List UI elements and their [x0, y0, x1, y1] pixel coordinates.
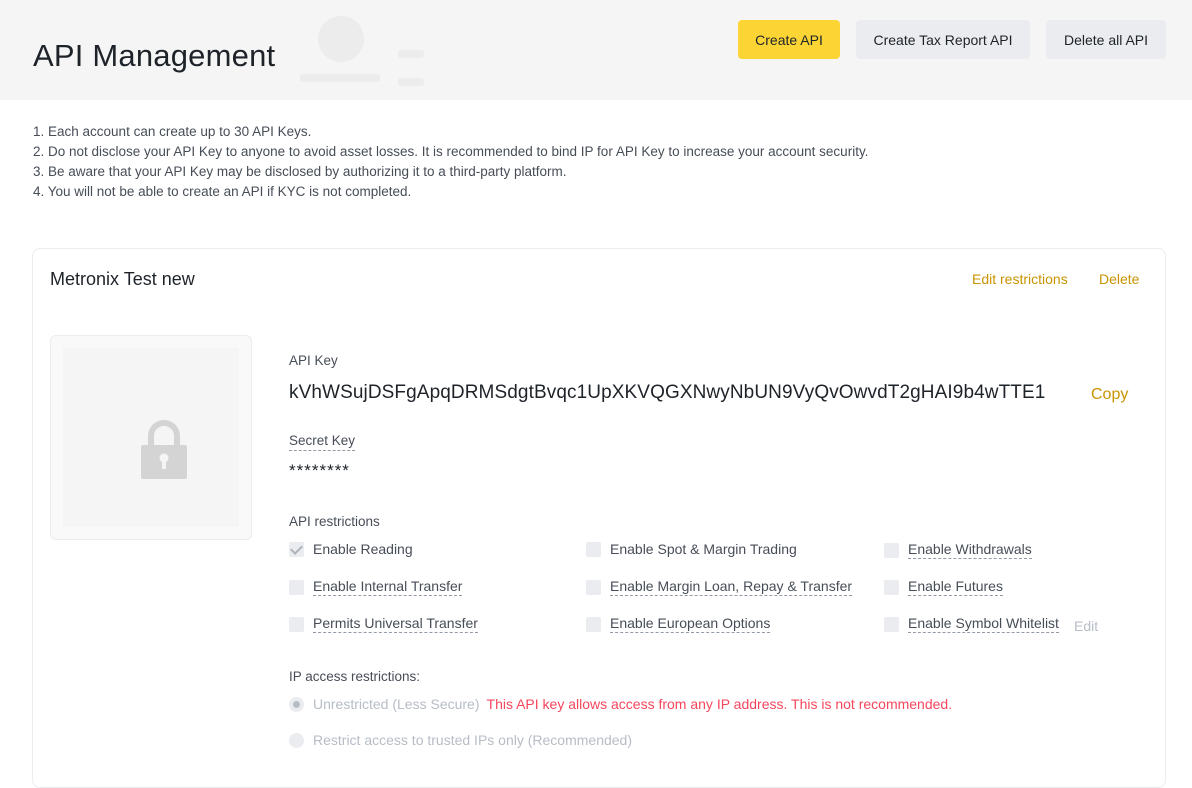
permission-label: Enable Internal Transfer — [313, 578, 463, 596]
api-key-card: Metronix Test new Edit restrictions Dele… — [32, 248, 1166, 788]
checkbox[interactable] — [586, 541, 601, 557]
delete-all-api-button[interactable]: Delete all API — [1046, 20, 1166, 59]
perm-european-options[interactable]: Enable European Options — [586, 615, 771, 633]
lock-icon — [141, 420, 187, 479]
perm-spot-margin-trading[interactable]: Enable Spot & Margin Trading — [586, 541, 797, 557]
api-restrictions-label: API restrictions — [289, 514, 380, 529]
delete-api-link[interactable]: Delete — [1099, 271, 1139, 287]
perm-futures[interactable]: Enable Futures — [884, 578, 1003, 596]
perm-symbol-whitelist[interactable]: Enable Symbol Whitelist — [884, 615, 1059, 633]
perm-withdrawals[interactable]: Enable Withdrawals — [884, 541, 1032, 559]
checkbox[interactable] — [289, 579, 304, 595]
ip-option-unrestricted[interactable]: Unrestricted (Less Secure) This API key … — [289, 696, 952, 712]
checkbox[interactable] — [884, 616, 899, 632]
permission-label: Enable Margin Loan, Repay & Transfer — [610, 578, 853, 596]
create-api-button[interactable]: Create API — [738, 20, 840, 59]
loading-placeholder — [398, 78, 424, 86]
qr-code-placeholder — [50, 335, 252, 540]
radio[interactable] — [289, 732, 304, 748]
checkbox[interactable] — [586, 579, 601, 595]
option-label: Unrestricted (Less Secure) — [313, 696, 480, 712]
permission-label: Enable Futures — [908, 578, 1003, 596]
permission-label: Enable Reading — [313, 541, 413, 557]
note-item: 4. You will not be able to create an API… — [33, 184, 412, 199]
ip-restrictions-label: IP access restrictions: — [289, 669, 421, 684]
ip-warning-text: This API key allows access from any IP a… — [486, 696, 953, 712]
api-key-value: kVhWSujDSFgApqDRMSdgtBvqc1UpXKVQGXNwyNbU… — [289, 382, 1046, 403]
loading-placeholder — [318, 16, 364, 62]
checkbox[interactable] — [884, 542, 899, 558]
edit-whitelist-link[interactable]: Edit — [1074, 618, 1098, 634]
perm-internal-transfer[interactable]: Enable Internal Transfer — [289, 578, 463, 596]
api-notes: 1. Each account can create up to 30 API … — [33, 122, 868, 202]
ip-option-restricted[interactable]: Restrict access to trusted IPs only (Rec… — [289, 732, 632, 748]
perm-margin-loan[interactable]: Enable Margin Loan, Repay & Transfer — [586, 578, 853, 596]
secret-key-value: ******** — [289, 461, 350, 480]
permission-label: Enable European Options — [610, 615, 771, 633]
permission-label: Enable Symbol Whitelist — [908, 615, 1059, 633]
page-title: API Management — [33, 38, 276, 73]
loading-placeholder — [398, 50, 424, 58]
checkbox[interactable] — [884, 579, 899, 595]
loading-placeholder — [300, 74, 380, 82]
api-key-label: API Key — [289, 353, 338, 368]
perm-universal-transfer[interactable]: Permits Universal Transfer — [289, 615, 478, 633]
copy-api-key-button[interactable]: Copy — [1091, 386, 1128, 404]
permission-label: Permits Universal Transfer — [313, 615, 478, 633]
note-item: 2. Do not disclose your API Key to anyon… — [33, 144, 869, 159]
perm-enable-reading[interactable]: Enable Reading — [289, 541, 413, 557]
checkbox[interactable] — [586, 616, 601, 632]
edit-restrictions-link[interactable]: Edit restrictions — [972, 271, 1068, 287]
page-header: API Management Create API Create Tax Rep… — [0, 0, 1192, 100]
radio-selected[interactable] — [289, 696, 304, 712]
secret-key-label[interactable]: Secret Key — [289, 433, 356, 451]
note-item: 1. Each account can create up to 30 API … — [33, 124, 312, 139]
qr-code-area — [63, 348, 239, 527]
option-label: Restrict access to trusted IPs only (Rec… — [313, 732, 633, 748]
api-key-name: Metronix Test new — [50, 269, 195, 289]
permission-label: Enable Spot & Margin Trading — [610, 541, 797, 557]
checkbox[interactable] — [289, 616, 304, 632]
permission-label: Enable Withdrawals — [908, 541, 1032, 559]
checkbox-checked[interactable] — [289, 541, 304, 557]
create-tax-report-api-button[interactable]: Create Tax Report API — [856, 20, 1030, 59]
note-item: 3. Be aware that your API Key may be dis… — [33, 164, 567, 179]
